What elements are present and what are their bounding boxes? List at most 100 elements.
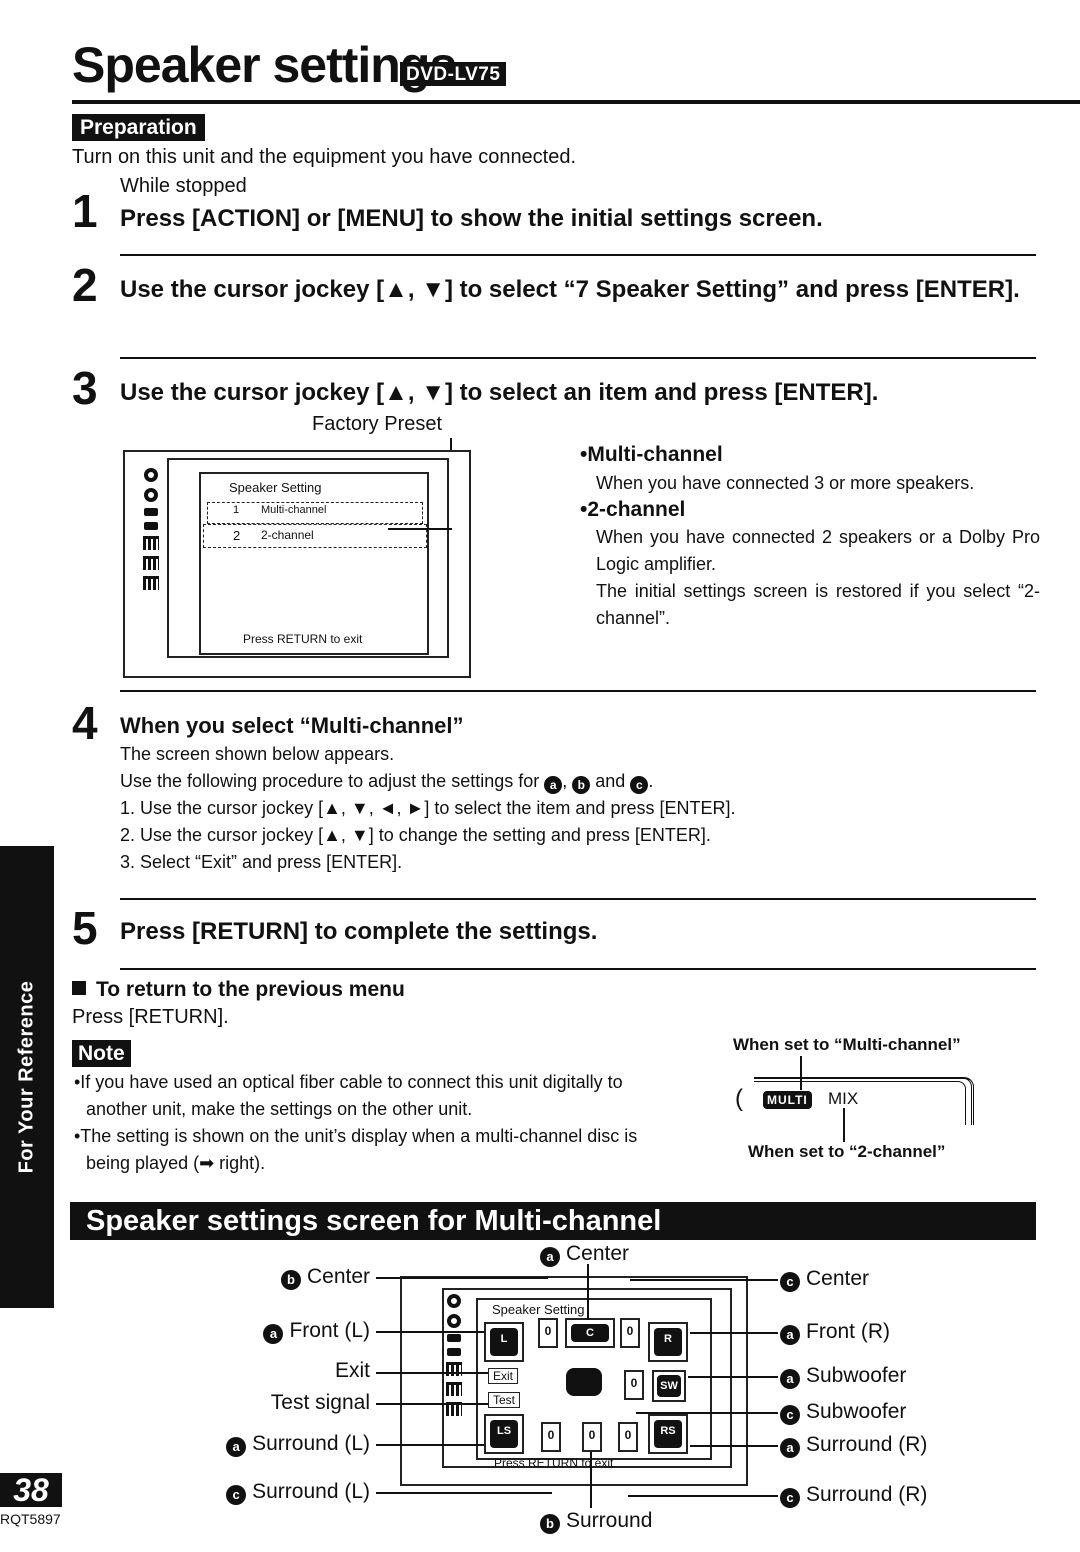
disc-icon — [447, 1314, 461, 1328]
text: Use the following procedure to adjust th… — [120, 771, 545, 791]
audio-icon — [447, 1348, 461, 1356]
marker-icon: b — [280, 1270, 301, 1290]
audio-icon — [144, 522, 158, 530]
label-exit: Exit — [334, 1359, 370, 1382]
marker-icon: c — [780, 1488, 800, 1508]
callout-line — [376, 1331, 484, 1333]
text: . — [648, 771, 654, 791]
callout-line — [690, 1332, 778, 1334]
panel-footer: Press RETURN to exit — [494, 1456, 614, 1470]
step-1-number: 1 — [72, 185, 98, 237]
option-2-channel-desc: When you have connected 2 speakers or a … — [596, 527, 1040, 574]
label-surround-l-c: c Surround (L) — [226, 1481, 370, 1505]
label-center-a: a Center — [540, 1243, 629, 1267]
speaker-subwoofer-icon: SW — [657, 1375, 681, 1397]
test-signal-button[interactable]: Test — [488, 1392, 521, 1408]
exit-button[interactable]: Exit — [488, 1368, 519, 1384]
label-text: Surround (L) — [252, 1480, 370, 1503]
label-surround-r-c: c Surround (R) — [780, 1484, 927, 1508]
note-item: •The setting is shown on the unit’s disp… — [74, 1126, 638, 1173]
speaker-center[interactable]: C — [565, 1318, 615, 1348]
label-surround-r-a: a Surround (R) — [780, 1434, 927, 1458]
title-rule — [72, 100, 1080, 104]
step-2-heading: Use the cursor jockey [▲, ▼] to select “… — [120, 276, 1020, 303]
value-center-delay[interactable]: 0 — [538, 1318, 558, 1348]
marker-a-icon: a — [544, 776, 563, 794]
preparation-badge: Preparation — [72, 114, 205, 141]
speaker-surround-l[interactable]: LS — [484, 1414, 524, 1454]
video-icon — [144, 508, 158, 516]
speaker-front-r[interactable]: R — [648, 1322, 688, 1362]
side-icon-column — [446, 1294, 462, 1416]
divider — [120, 898, 1036, 900]
note-badge: Note — [72, 1040, 131, 1067]
label-text: Surround — [566, 1509, 653, 1532]
label-text: Surround (L) — [252, 1432, 370, 1455]
callout-line — [376, 1277, 548, 1279]
callout-line — [376, 1492, 552, 1494]
value-surround-delay[interactable]: 0 — [582, 1422, 602, 1452]
callout-line — [587, 1264, 589, 1320]
multi-indicator: MULTI — [763, 1091, 812, 1109]
speaker-surround-r[interactable]: RS — [648, 1414, 688, 1454]
marker-icon: a — [540, 1247, 560, 1267]
side-icon-column — [143, 468, 159, 590]
divider — [120, 690, 1036, 692]
option-multi-channel-text: When you have connected 3 or more speake… — [596, 473, 975, 493]
other-icon — [446, 1382, 462, 1396]
procedure-3: 3. Select “Exit” and press [ENTER]. — [120, 852, 403, 872]
menu-item-2-channel[interactable]: 2-channel — [261, 528, 314, 542]
callout-line — [690, 1445, 778, 1447]
speaker-surround-r-icon: RS — [654, 1420, 682, 1448]
label-center-b: b Center — [280, 1266, 370, 1290]
speaker-setting-menu: Speaker Setting 1 Multi-channel 2 2-chan… — [199, 472, 429, 655]
step-5-heading: Press [RETURN] to complete the settings. — [120, 918, 598, 945]
step-4-heading: When you select “Multi-channel” — [120, 713, 464, 738]
speaker-front-l-icon: L — [490, 1328, 518, 1356]
note-item: •If you have used an optical fiber cable… — [74, 1072, 623, 1119]
section-side-tab: For Your Reference — [0, 846, 54, 1308]
callout-line — [628, 1495, 778, 1497]
speaker-front-r-icon: R — [654, 1328, 682, 1356]
callout-line — [376, 1372, 488, 1374]
label-text: Surround (R) — [806, 1483, 928, 1506]
marker-b-icon: b — [572, 776, 591, 794]
label-center-c: c Center — [780, 1268, 869, 1292]
factory-preset-label: Factory Preset — [312, 413, 443, 435]
speaker-front-l[interactable]: L — [484, 1322, 524, 1362]
callout-line — [843, 1108, 845, 1142]
value-surround-l-level[interactable]: 0 — [541, 1422, 561, 1452]
label-front-l: a Front (L) — [263, 1320, 370, 1344]
label-text: Center — [806, 1267, 870, 1290]
mix-indicator: MIX — [828, 1089, 859, 1108]
marker-icon: c — [226, 1485, 247, 1505]
callout-line — [388, 528, 452, 530]
value-surround-r-level[interactable]: 0 — [618, 1422, 638, 1452]
value-center-level[interactable]: 0 — [620, 1318, 640, 1348]
option-multi-channel-heading: •Multi-channel — [580, 443, 723, 466]
page-title: Speaker settings — [72, 37, 457, 93]
label-text: Subwoofer — [806, 1364, 907, 1387]
callout-line — [688, 1376, 778, 1378]
label-text: Front (R) — [806, 1320, 890, 1343]
disc-icon — [447, 1294, 461, 1308]
display-icon — [143, 536, 159, 550]
return-menu-text: Press [RETURN]. — [72, 1006, 229, 1028]
label-surround-l-a: a Surround (L) — [226, 1433, 370, 1457]
speaker-surround-l-icon: LS — [490, 1420, 518, 1448]
heading-text: To return to the previous menu — [96, 978, 405, 1001]
preparation-text: Turn on this unit and the equipment you … — [72, 146, 577, 168]
model-badge: DVD-LV75 — [400, 62, 507, 86]
marker-icon: a — [780, 1369, 800, 1389]
speaker-subwoofer[interactable]: SW — [652, 1370, 686, 1402]
value-subwoofer-level[interactable]: 0 — [624, 1370, 644, 1400]
listener-icon — [566, 1368, 602, 1396]
label-surround-b: b Surround — [540, 1510, 652, 1534]
label-text: Subwoofer — [806, 1400, 907, 1423]
menu-item-number: 1 — [233, 504, 240, 516]
disc-icon — [144, 468, 158, 482]
section-banner: Speaker settings screen for Multi-channe… — [70, 1202, 1036, 1240]
menu-item-multi-channel[interactable]: Multi-channel — [261, 504, 326, 516]
marker-icon: b — [540, 1514, 560, 1534]
text: and — [590, 771, 631, 791]
